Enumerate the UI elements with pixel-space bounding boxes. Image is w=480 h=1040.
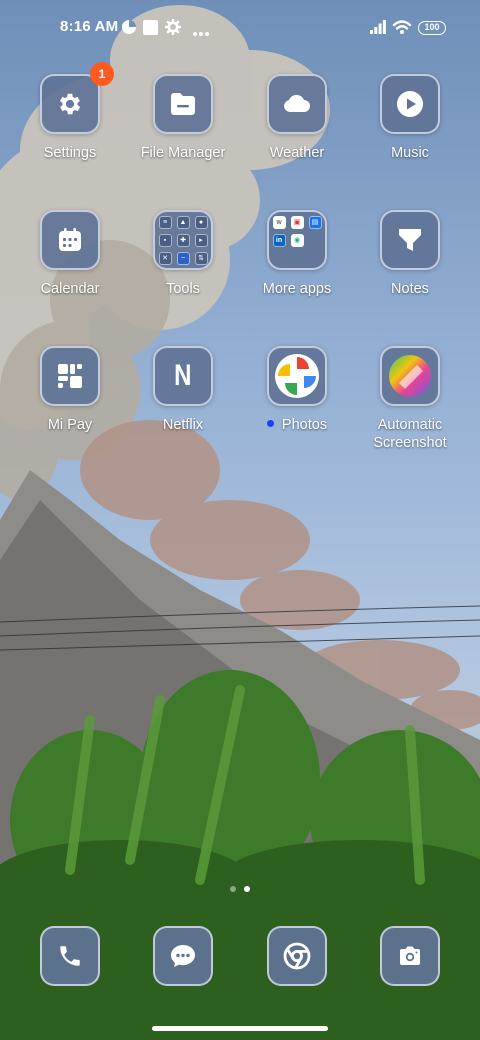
mini-app-icon: ✚ [176,233,190,247]
mini-app-icon: ⇅ [194,251,208,265]
app-music[interactable]: Music [354,74,466,162]
mi-pay-icon [58,364,82,388]
mini-app-icon: in [272,233,286,247]
new-install-dot [266,420,274,427]
music-app-icon[interactable] [380,74,440,134]
gear-icon [59,93,81,115]
mini-app-icon: ▣ [290,215,304,229]
netflix-icon: N [174,359,192,392]
app-notes[interactable]: Notes [354,210,466,298]
app-calendar[interactable]: Calendar [14,210,126,298]
mi-pay-app-icon[interactable] [40,346,100,406]
mini-app-icon: ~ [176,251,190,265]
more-apps-folder-icon[interactable]: w ▣ ▤ in ◉ [267,210,327,270]
app-label: Netflix [162,417,204,433]
status-time: 8:16 AM [60,18,119,35]
mini-app-icon: ▲ [176,215,190,229]
app-automatic-screenshot[interactable]: Automatic Screenshot [354,346,466,452]
calendar-icon [59,228,81,251]
folder-preview-grid: w ▣ ▤ in ◉ [272,215,322,265]
app-settings[interactable]: 1 Settings [14,62,126,162]
app-label-text: Photos [281,417,328,433]
wifi-icon [392,19,412,40]
app-label-text: Automatic Screenshot [373,417,447,451]
photos-app-icon[interactable] [267,346,327,406]
folder-more-apps[interactable]: w ▣ ▤ in ◉ More apps [241,210,353,298]
app-file-manager[interactable]: File Manager [127,74,239,162]
notification-badge: 1 [90,62,114,86]
notes-icon [399,229,421,251]
app-label: File Manager [140,145,226,161]
settings-app-icon[interactable]: 1 [40,62,114,134]
messages-icon [171,945,195,967]
app-label: Calendar [40,281,100,297]
mini-app-icon: ● [194,215,208,229]
app-netflix[interactable]: N Netflix [127,346,239,434]
tools-folder-icon[interactable]: ≡ ▲ ● ▪ ✚ ▸ ✕ ~ ⇅ [153,210,213,270]
calendar-app-icon[interactable] [40,210,100,270]
weather-app-icon[interactable] [267,74,327,134]
signal-icon [370,20,386,39]
notes-app-icon[interactable] [380,210,440,270]
chrome-icon [283,942,311,970]
square-notification-icon [143,19,158,40]
screenshot-icon [389,355,431,397]
page-indicator [0,879,480,897]
gear-icon [164,18,182,40]
mini-app-icon: ◉ [290,233,304,247]
more-dots-icon [192,24,210,42]
app-label: Tools [166,281,200,297]
app-label: Notes [391,281,429,297]
folder-tools[interactable]: ≡ ▲ ● ▪ ✚ ▸ ✕ ~ ⇅ Tools [127,210,239,298]
photos-pinwheel-icon [275,354,319,398]
app-label: Photos [241,416,353,434]
mini-app-icon: ▪ [158,233,172,247]
page-dot-active[interactable] [244,886,250,892]
app-label: Mi Pay [47,417,93,433]
folder-preview-grid: ≡ ▲ ● ▪ ✚ ▸ ✕ ~ ⇅ [158,215,208,265]
dock-camera[interactable] [380,926,440,986]
app-mi-pay[interactable]: Mi Pay [14,346,126,434]
cloud-icon [284,94,310,112]
app-weather[interactable]: Weather [241,74,353,162]
netflix-app-icon[interactable]: N [153,346,213,406]
dock-messages[interactable] [153,926,213,986]
phone-icon [60,946,80,966]
page-dot[interactable] [230,886,236,892]
app-label: Settings [43,145,97,161]
app-notification-icon [121,19,137,40]
dock-phone[interactable] [40,926,100,986]
mini-app-icon: ▸ [194,233,208,247]
mini-app-icon: w [272,215,286,229]
mini-app-icon: ▤ [308,215,322,229]
folder-icon [171,93,195,115]
mini-app-icon: ✕ [158,251,172,265]
mini-app-icon: ≡ [158,215,172,229]
camera-icon [400,946,420,965]
play-icon [397,91,423,117]
status-bar: 8:16 AM 100 [0,0,480,56]
app-label: Music [391,145,429,161]
file-manager-app-icon[interactable] [153,74,213,134]
app-label: Automatic Screenshot [354,416,466,452]
app-photos[interactable]: Photos [241,346,353,434]
home-indicator-bar[interactable] [152,1026,328,1031]
app-label: More apps [262,281,332,297]
automatic-screenshot-app-icon[interactable] [380,346,440,406]
dock-chrome[interactable] [267,926,327,986]
app-label: Weather [269,145,325,161]
battery-icon: 100 [418,21,446,35]
